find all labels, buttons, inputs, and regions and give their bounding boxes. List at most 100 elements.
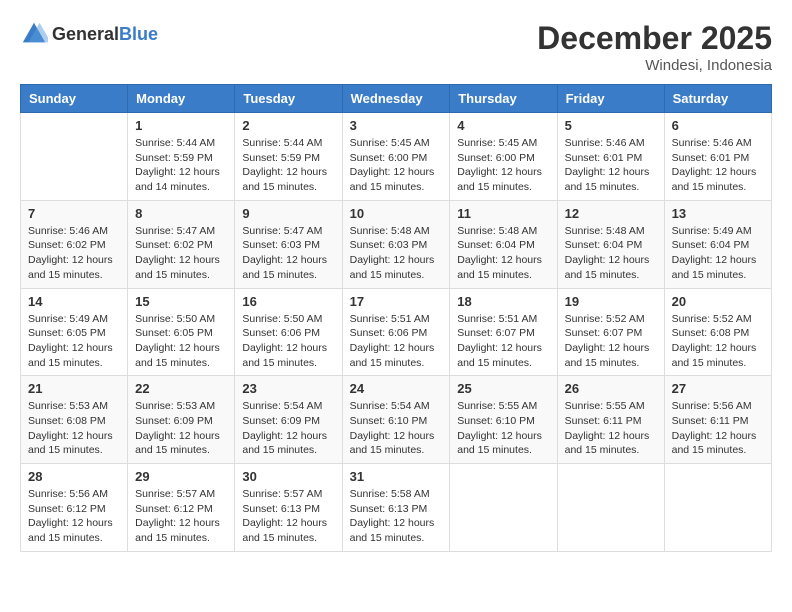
day-info: Sunrise: 5:53 AMSunset: 6:08 PMDaylight:… xyxy=(28,399,120,458)
day-info: Sunrise: 5:44 AMSunset: 5:59 PMDaylight:… xyxy=(242,136,334,195)
day-info: Sunrise: 5:56 AMSunset: 6:11 PMDaylight:… xyxy=(672,399,764,458)
calendar-cell: 6 Sunrise: 5:46 AMSunset: 6:01 PMDaylight… xyxy=(664,113,771,201)
calendar-week-3: 14Sunrise: 5:49 AMSunset: 6:05 PMDayligh… xyxy=(21,288,772,376)
calendar-cell: 27Sunrise: 5:56 AMSunset: 6:11 PMDayligh… xyxy=(664,376,771,464)
calendar-cell: 3 Sunrise: 5:45 AMSunset: 6:00 PMDaylight… xyxy=(342,113,450,201)
calendar-cell: 15 Sunrise: 5:50 AMSunset: 6:05 PMDayligh… xyxy=(128,288,235,376)
day-number: 13 xyxy=(672,206,764,221)
day-number: 3 xyxy=(350,118,443,133)
day-number: 1 xyxy=(135,118,227,133)
calendar-cell: 24 Sunrise: 5:54 AMSunset: 6:10 PMDayligh… xyxy=(342,376,450,464)
day-number: 8 xyxy=(135,206,227,221)
logo-text-blue: Blue xyxy=(119,24,158,44)
title-block: December 2025 Windesi, Indonesia xyxy=(537,20,772,74)
day-info: Sunrise: 5:53 AMSunset: 6:09 PMDaylight:… xyxy=(135,399,227,458)
calendar-cell: 5 Sunrise: 5:46 AMSunset: 6:01 PMDaylight… xyxy=(557,113,664,201)
calendar-header-row: SundayMondayTuesdayWednesdayThursdayFrid… xyxy=(21,85,772,113)
header-wednesday: Wednesday xyxy=(342,85,450,113)
calendar-cell: 2 Sunrise: 5:44 AMSunset: 5:59 PMDaylight… xyxy=(235,113,342,201)
calendar-week-4: 21Sunrise: 5:53 AMSunset: 6:08 PMDayligh… xyxy=(21,376,772,464)
day-number: 25 xyxy=(457,381,549,396)
day-info: Sunrise: 5:50 AMSunset: 6:05 PMDaylight:… xyxy=(135,312,227,371)
logo-text-general: General xyxy=(52,24,119,44)
calendar-cell: 17 Sunrise: 5:51 AMSunset: 6:06 PMDayligh… xyxy=(342,288,450,376)
calendar-cell: 21Sunrise: 5:53 AMSunset: 6:08 PMDayligh… xyxy=(21,376,128,464)
header-friday: Friday xyxy=(557,85,664,113)
day-number: 31 xyxy=(350,469,443,484)
day-info: Sunrise: 5:47 AMSunset: 6:03 PMDaylight:… xyxy=(242,224,334,283)
day-number: 19 xyxy=(565,294,657,309)
calendar-cell: 12Sunrise: 5:48 AMSunset: 6:04 PMDayligh… xyxy=(557,200,664,288)
day-info: Sunrise: 5:54 AMSunset: 6:10 PMDaylight:… xyxy=(350,399,443,458)
day-info: Sunrise: 5:57 AMSunset: 6:12 PMDaylight:… xyxy=(135,487,227,546)
day-info: Sunrise: 5:55 AMSunset: 6:11 PMDaylight:… xyxy=(565,399,657,458)
day-number: 5 xyxy=(565,118,657,133)
header-tuesday: Tuesday xyxy=(235,85,342,113)
calendar-cell: 30 Sunrise: 5:57 AMSunset: 6:13 PMDayligh… xyxy=(235,464,342,552)
day-info: Sunrise: 5:44 AMSunset: 5:59 PMDaylight:… xyxy=(135,136,227,195)
day-number: 20 xyxy=(672,294,764,309)
day-info: Sunrise: 5:56 AMSunset: 6:12 PMDaylight:… xyxy=(28,487,120,546)
calendar-cell: 13 Sunrise: 5:49 AMSunset: 6:04 PMDayligh… xyxy=(664,200,771,288)
calendar-cell: 9 Sunrise: 5:47 AMSunset: 6:03 PMDaylight… xyxy=(235,200,342,288)
logo-icon xyxy=(20,20,48,48)
calendar-cell: 29 Sunrise: 5:57 AMSunset: 6:12 PMDayligh… xyxy=(128,464,235,552)
day-info: Sunrise: 5:48 AMSunset: 6:03 PMDaylight:… xyxy=(350,224,443,283)
day-number: 26 xyxy=(565,381,657,396)
day-info: Sunrise: 5:49 AMSunset: 6:04 PMDaylight:… xyxy=(672,224,764,283)
day-info: Sunrise: 5:45 AMSunset: 6:00 PMDaylight:… xyxy=(350,136,443,195)
calendar-cell: 14Sunrise: 5:49 AMSunset: 6:05 PMDayligh… xyxy=(21,288,128,376)
day-info: Sunrise: 5:51 AMSunset: 6:06 PMDaylight:… xyxy=(350,312,443,371)
calendar-cell: 20Sunrise: 5:52 AMSunset: 6:08 PMDayligh… xyxy=(664,288,771,376)
day-info: Sunrise: 5:50 AMSunset: 6:06 PMDaylight:… xyxy=(242,312,334,371)
day-number: 30 xyxy=(242,469,334,484)
day-info: Sunrise: 5:54 AMSunset: 6:09 PMDaylight:… xyxy=(242,399,334,458)
header-sunday: Sunday xyxy=(21,85,128,113)
day-number: 23 xyxy=(242,381,334,396)
calendar-cell: 22 Sunrise: 5:53 AMSunset: 6:09 PMDayligh… xyxy=(128,376,235,464)
day-info: Sunrise: 5:47 AMSunset: 6:02 PMDaylight:… xyxy=(135,224,227,283)
calendar-cell: 1 Sunrise: 5:44 AMSunset: 5:59 PMDaylight… xyxy=(128,113,235,201)
calendar-cell: 28Sunrise: 5:56 AMSunset: 6:12 PMDayligh… xyxy=(21,464,128,552)
day-number: 4 xyxy=(457,118,549,133)
calendar-cell: 19 Sunrise: 5:52 AMSunset: 6:07 PMDayligh… xyxy=(557,288,664,376)
day-number: 9 xyxy=(242,206,334,221)
calendar-cell: 10 Sunrise: 5:48 AMSunset: 6:03 PMDayligh… xyxy=(342,200,450,288)
day-info: Sunrise: 5:58 AMSunset: 6:13 PMDaylight:… xyxy=(350,487,443,546)
calendar-cell: 31 Sunrise: 5:58 AMSunset: 6:13 PMDayligh… xyxy=(342,464,450,552)
calendar-cell: 4Sunrise: 5:45 AMSunset: 6:00 PMDaylight… xyxy=(450,113,557,201)
month-title: December 2025 xyxy=(537,20,772,57)
calendar-cell xyxy=(450,464,557,552)
day-number: 16 xyxy=(242,294,334,309)
day-info: Sunrise: 5:49 AMSunset: 6:05 PMDaylight:… xyxy=(28,312,120,371)
calendar-cell xyxy=(21,113,128,201)
day-info: Sunrise: 5:46 AMSunset: 6:01 PMDaylight:… xyxy=(672,136,764,195)
calendar-week-2: 7Sunrise: 5:46 AMSunset: 6:02 PMDaylight… xyxy=(21,200,772,288)
header-thursday: Thursday xyxy=(450,85,557,113)
day-number: 24 xyxy=(350,381,443,396)
day-number: 15 xyxy=(135,294,227,309)
day-info: Sunrise: 5:52 AMSunset: 6:07 PMDaylight:… xyxy=(565,312,657,371)
calendar-cell: 16 Sunrise: 5:50 AMSunset: 6:06 PMDayligh… xyxy=(235,288,342,376)
day-number: 29 xyxy=(135,469,227,484)
day-number: 7 xyxy=(28,206,120,221)
day-info: Sunrise: 5:55 AMSunset: 6:10 PMDaylight:… xyxy=(457,399,549,458)
header-saturday: Saturday xyxy=(664,85,771,113)
calendar-table: SundayMondayTuesdayWednesdayThursdayFrid… xyxy=(20,84,772,552)
day-number: 22 xyxy=(135,381,227,396)
calendar-cell: 18Sunrise: 5:51 AMSunset: 6:07 PMDayligh… xyxy=(450,288,557,376)
day-info: Sunrise: 5:57 AMSunset: 6:13 PMDaylight:… xyxy=(242,487,334,546)
calendar-cell: 23 Sunrise: 5:54 AMSunset: 6:09 PMDayligh… xyxy=(235,376,342,464)
page-header: GeneralBlue December 2025 Windesi, Indon… xyxy=(20,20,772,74)
day-info: Sunrise: 5:46 AMSunset: 6:01 PMDaylight:… xyxy=(565,136,657,195)
day-number: 6 xyxy=(672,118,764,133)
logo: GeneralBlue xyxy=(20,20,158,48)
calendar-cell xyxy=(664,464,771,552)
day-number: 2 xyxy=(242,118,334,133)
day-info: Sunrise: 5:48 AMSunset: 6:04 PMDaylight:… xyxy=(565,224,657,283)
day-number: 17 xyxy=(350,294,443,309)
calendar-cell: 7Sunrise: 5:46 AMSunset: 6:02 PMDaylight… xyxy=(21,200,128,288)
calendar-cell: 26 Sunrise: 5:55 AMSunset: 6:11 PMDayligh… xyxy=(557,376,664,464)
calendar-week-5: 28Sunrise: 5:56 AMSunset: 6:12 PMDayligh… xyxy=(21,464,772,552)
day-number: 10 xyxy=(350,206,443,221)
